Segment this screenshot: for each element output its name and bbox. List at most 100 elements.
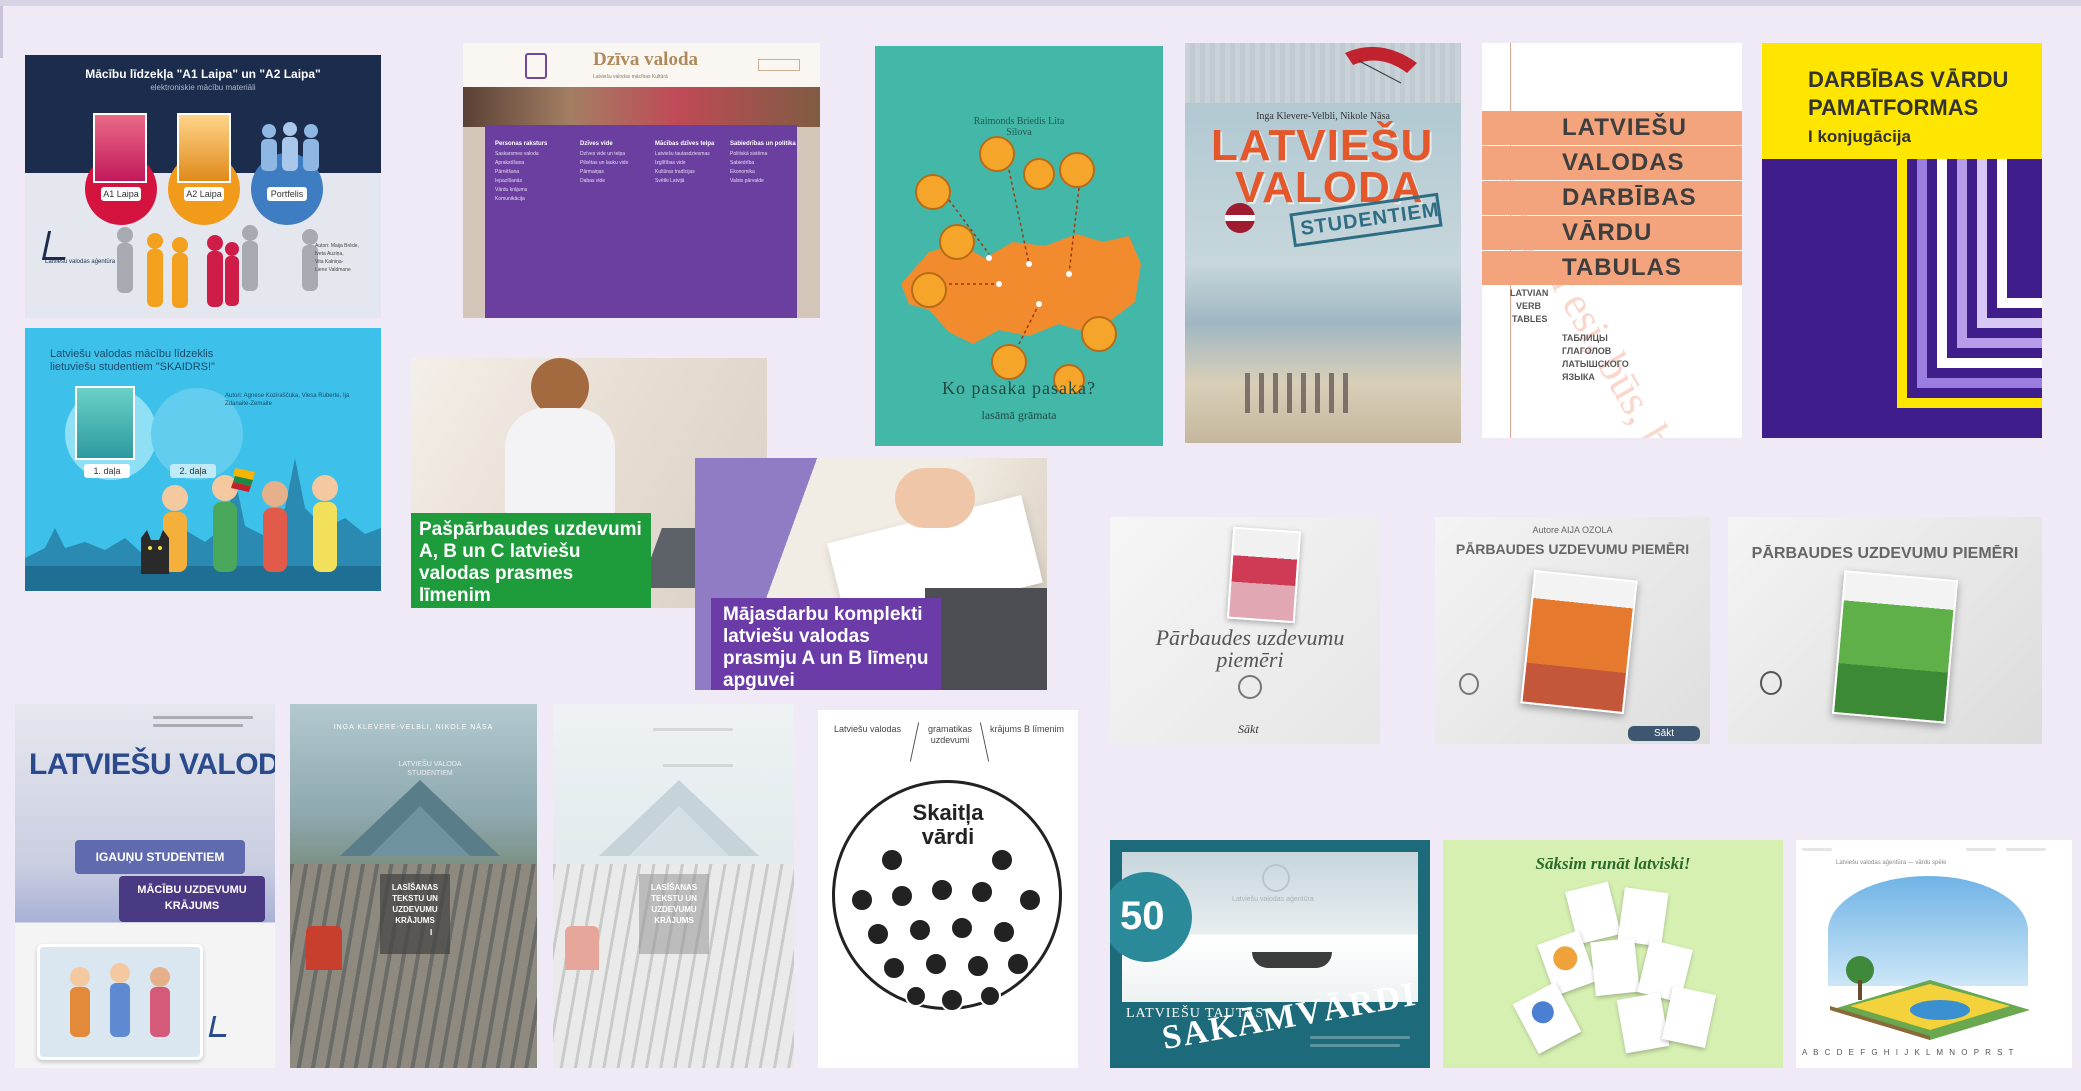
skaidrs-heading: Latviešu valodas mācību līdzeklis lietuv… [50,348,215,373]
pamatformas-line-3: I konjugācija [1808,127,1911,146]
dziva-col1-item[interactable]: Iepazīšanās [495,178,555,184]
dziva-col1-head[interactable]: Personas raksturs [495,141,555,147]
crowd-silhouettes-icon [117,225,318,308]
pasaka-title: Ko pasaka pasaka? [942,378,1096,398]
piemeri-a2-start-button[interactable]: Sākt [1628,726,1700,741]
verb-tables-en-2: VERB [1516,301,1542,311]
dziva-col1-item[interactable]: Komunikācija [495,196,555,202]
tile-lasisanas-color[interactable]: INGA KLEVERE-VELBLI, NIKOLE NĀSA LATVIEŠ… [290,704,537,1068]
lva-emblem-icon [1238,675,1262,699]
woman-laptop-photo [471,358,621,538]
dziva-col3-item[interactable]: Izglītības vide [655,160,715,166]
dziva-col4-item[interactable]: Ekonomika [730,169,790,175]
lasisanas2-title-box: LASĪŠANAS TEKSTU UN UZDEVUMU KRĀJUMS [639,874,709,954]
card-6 [1512,982,1582,1054]
dziva-col4-item[interactable]: Sabiedrība [730,160,790,166]
verb-tables-title-4: VĀRDU [1482,216,1742,250]
igaunu-header [15,704,275,752]
dziva-col2-head[interactable]: Dzīves vide [580,141,640,147]
igaunu-title: LATVIEŠU VALODA [29,748,275,781]
card-4 [1590,937,1640,997]
piemeri-a2-author: Autore AIJA OZOLA [1532,525,1613,535]
castle-of-light-graphic [340,780,500,856]
skaitla-divider [979,722,990,762]
piemeri-a2-title: PĀRBAUDES UZDEVUMU PIEMĒRI [1455,541,1690,557]
verb-tables-title-3: DARBĪBAS [1482,181,1742,215]
verb-tables-title-2: VALODAS [1482,146,1742,180]
dziva-col4-item[interactable]: Valsts pārvalde [730,178,790,184]
popup-book-landscape-graphic [1830,956,2030,1040]
latvia-map-icon [901,136,1141,394]
tile-skaitla-vardi[interactable]: Latviešu valodas gramatikas uzdevumi krā… [818,710,1078,1068]
tile-lasisanas-light[interactable]: LASĪŠANAS TEKSTU UN UZDEVUMU KRĀJUMS [553,704,794,1068]
verb-tables-ru-3: ЛАТЫШСКОГО [1562,359,1629,369]
tile-piemeri-b1[interactable]: PĀRBAUDES UZDEVUMU PIEMĒRI [1728,517,2042,744]
dziva-col2-item[interactable]: Dzīves vide un telpa [580,151,640,157]
igaunu-band-2-text: MĀCĪBU UZDEVUMU KRĀJUMS [137,884,247,912]
pasparbaudes-label: Pašpārbaudes uzdevumi A, B un C latviešu… [411,513,651,608]
lasisanas-title-text: LASĪŠANAS TEKSTU UN UZDEVUMU KRĀJUMS [391,883,439,925]
skaitla-title-1: Skaitļa [912,800,984,825]
laipa-a2-book-icon [177,113,231,183]
lva-emblem-icon [1459,673,1479,695]
dziva-title: Dzīva valoda [593,49,699,70]
tile-piemeri-a1[interactable]: Pārbaudes uzdevumu piemēri Sākt [1110,517,1380,744]
dziva-col3-item[interactable]: Kultūras tradīcijas [655,169,715,175]
dziva-col1-item[interactable]: Saskarsmes valoda [495,151,555,157]
tile-piemeri-a2[interactable]: Autore AIJA OZOLA PĀRBAUDES UZDEVUMU PIE… [1435,517,1710,744]
laipa-a2-button[interactable]: A2 Laipa [184,187,224,201]
tile-3d-book[interactable]: Latviešu valodas aģentūra — vārdu spēle … [1796,840,2072,1068]
castle-of-light-sketch [599,780,759,856]
dziva-col3-item[interactable]: Latviešu tautasdziesmas [655,151,715,157]
pamatformas-line-2: PAMATFORMAS [1808,95,1979,120]
piemeri-a1-start-button[interactable]: Sākt [1238,722,1259,737]
dziva-search-box[interactable] [758,59,800,71]
tile-sakamvardi[interactable]: Latviešu valodas aģentūra 50 LATVIEŠU TA… [1110,840,1430,1068]
dziva-col2-item[interactable]: Dabas vide [580,178,640,184]
piemeri-b1-title: PĀRBAUDES UZDEVUMU PIEMĒRI [1751,545,2019,562]
tile-skaidrs[interactable]: Latviešu valodas mācību līdzeklis lietuv… [25,328,381,591]
lva-emblem-icon [1760,671,1782,695]
laipa-a1-button[interactable]: A1 Laipa [101,187,141,201]
tile-ko-pasaka-pasaka[interactable]: Raimonds Briedis Lita Silova Ko pasaka p… [875,46,1163,446]
dziva-col3-item[interactable]: Svētki Latvijā [655,178,715,184]
laipa-a1-book-icon [93,113,147,183]
dziva-col1-item[interactable]: Pārnēšana [495,169,555,175]
boat-icon [1252,952,1332,968]
tile-dziva-valoda[interactable]: Dzīva valoda Latviešu valodas mācības Ku… [463,43,820,318]
dziva-menu-panel: Personas raksturs Saskarsmes valoda Apra… [485,125,797,318]
dziva-emblem-icon [525,53,547,79]
laipa-author-2: Iveta Auziņa, [315,251,344,257]
lasisanas-volume-number: I [430,928,433,937]
lva-logo-icon [208,1016,231,1037]
tile-igaunu-studentiem[interactable]: LATVIEŠU VALODA IGAUŅU STUDENTIEM MĀCĪBU… [15,704,275,1068]
skaitla-top-3: krājums B līmenim [990,724,1065,734]
dziva-col4-head[interactable]: Sabiedrības un politika [730,141,796,147]
dziva-col2-item[interactable]: Pārmaiņas [580,169,640,175]
tile-laipa-materials[interactable]: Mācību līdzekļa "A1 Laipa" un "A2 Laipa"… [25,55,381,318]
laipa-portfelis-button[interactable]: Portfelis [267,187,307,201]
dziva-col2-item[interactable]: Pilsētas un lauku vide [580,160,640,166]
tile-latviesu-valoda-studentiem[interactable]: Inga Klevere-Velbli, Nikole Nāsa LATVIEŠ… [1185,43,1461,443]
pasaka-subtitle: lasāmā grāmata [981,408,1057,422]
train-icon [306,926,342,970]
laipa-logo-text: Latviešu valodas aģentūra [45,259,116,265]
dziva-col4-item[interactable]: Politiskā sistēma [730,151,790,157]
dziva-col3-head[interactable]: Mācības dzīves telpa [655,141,715,147]
tile-majasdarbu-komplekti[interactable]: Mājasdarbu komplekti latviešu valodas pr… [695,458,1047,690]
flag-badge-icon [1225,203,1255,233]
concentric-squares-graphic [1897,159,2042,408]
tile-pamatformas[interactable]: DARBĪBAS VĀRDU PAMATFORMAS I konjugācija [1762,43,2042,438]
dziva-subtitle: Latviešu valodas mācības Kultūrā [593,74,668,80]
skaitla-divider [909,722,920,762]
tile-verb-tables[interactable]: es esmu, tu esi, būs, bija LATVIEŠU VALO… [1482,43,1742,438]
verb-tables-ru-2: ГЛАГОЛОВ [1562,346,1612,356]
laipa-author-1: Autori: Maija Brēde, [315,243,359,249]
laptop-photo [925,588,1047,690]
left-edge [0,6,3,58]
card-8 [1661,986,1717,1048]
dziva-col1-item[interactable]: Aprakstīšana [495,160,555,166]
top-edge [0,0,2081,6]
dziva-col1-item[interactable]: Vārdu krājums [495,187,555,193]
tile-saksim-runat[interactable]: Sāksim runāt latviski! [1443,840,1783,1068]
